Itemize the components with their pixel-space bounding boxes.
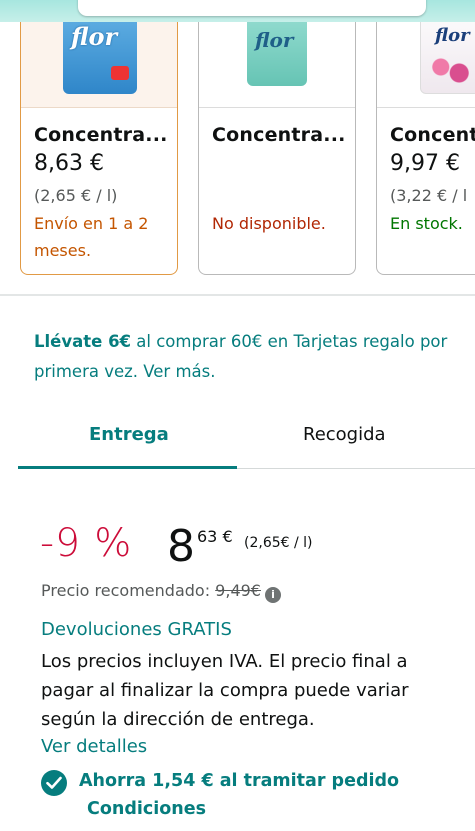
promo-highlight: Llévate 6€ [34,332,132,351]
tab-delivery[interactable]: Entrega [89,424,169,445]
product-tag [111,66,129,80]
variation-card-1[interactable]: flor Concentra... 8,63 € (2,65 € / l) En… [20,0,178,275]
variation-availability: Envío en 1 a 2 meses. [34,214,149,260]
section-divider [0,294,475,296]
variation-availability: En stock. [390,214,463,233]
recommended-price-value: 9,49€ [215,581,261,600]
flowers-graphic [427,55,473,85]
variation-unit-price: (2,65 € / l) [34,186,118,205]
recommended-label: Precio recomendado: [41,581,216,600]
active-tab-indicator [18,466,237,469]
unit-price: (2,65€ / l) [244,535,313,551]
brand-logo: flor [435,25,470,46]
variation-carousel: flor Concentra... 8,63 € (2,65 € / l) En… [0,0,475,290]
discount-percentage: -9 % [40,521,133,566]
variation-unit-price: (3,22 € / l [390,186,468,205]
savings-text: Ahorra 1,54 € al tramitar pedido [79,771,400,791]
details-link[interactable]: Ver detalles [41,736,147,757]
variation-price: 9,97 € [390,151,460,176]
tab-pickup[interactable]: Recogida [303,424,386,445]
variation-title: Concentr [390,124,475,146]
free-returns-link[interactable]: Devoluciones GRATIS [41,619,232,640]
variation-card-3[interactable]: flor Concentr 9,97 € (3,22 € / l En stoc… [376,0,475,275]
price-whole: 8 [167,521,195,572]
variation-price: 8,63 € [34,151,104,176]
info-icon[interactable]: i [264,587,281,603]
search-bar[interactable] [78,0,426,16]
price-fraction: 63 € [197,527,233,546]
variation-title: Concentra... [34,124,168,146]
gift-card-promo[interactable]: Llévate 6€ al comprar 60€ en Tarjetas re… [34,327,454,387]
tax-note: Los precios incluyen IVA. El precio fina… [41,651,409,730]
variation-title: Concentra... [212,124,346,146]
check-circle-icon [41,770,67,796]
variation-availability: No disponible. [212,214,326,233]
recommended-price: Precio recomendado: 9,49€ i [41,581,281,603]
variation-card-2[interactable]: flor Concentra... No disponible. [198,0,356,275]
brand-logo: flor [255,28,294,52]
brand-logo: flor [71,22,118,51]
conditions-link[interactable]: Condiciones [87,799,206,819]
